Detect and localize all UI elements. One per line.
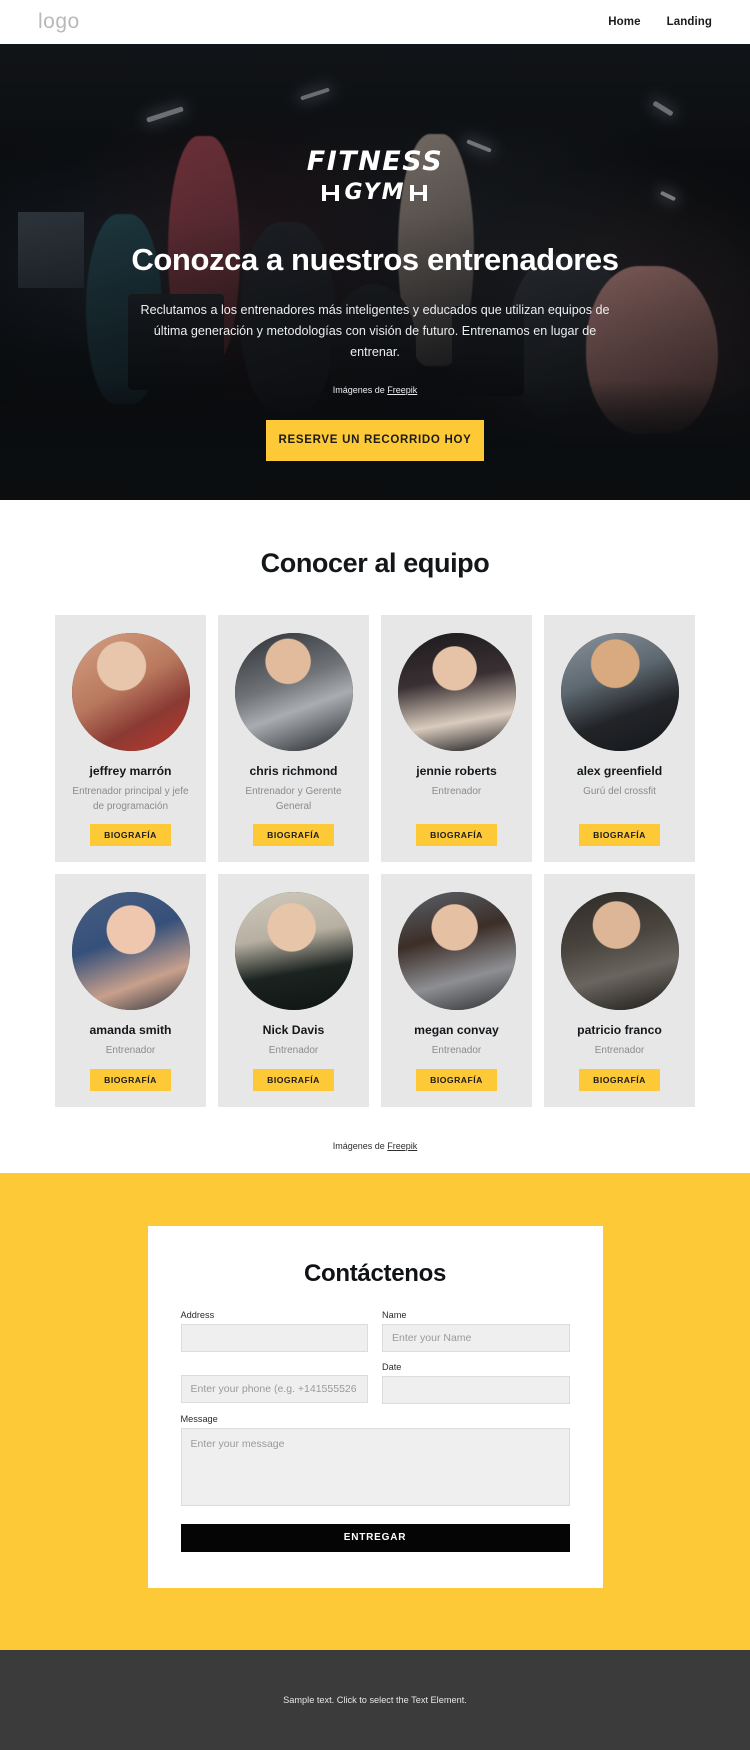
book-tour-button[interactable]: RESERVE UN RECORRIDO HOY <box>266 419 484 461</box>
hero-credit-prefix: Imágenes de <box>332 384 388 395</box>
date-label: Date <box>382 1361 402 1372</box>
member-role: Entrenador <box>431 1045 482 1056</box>
team-card[interactable]: chris richmond Entrenador y Gerente Gene… <box>218 615 369 862</box>
member-name: jennie roberts <box>416 764 497 778</box>
nav-item-landing[interactable]: Landing <box>667 16 712 28</box>
biography-button[interactable]: BIOGRAFÍA <box>253 1068 334 1091</box>
dumbbell-icon-right <box>410 184 428 202</box>
dumbbell-icon-left <box>322 184 340 202</box>
site-footer: Sample text. Click to select the Text El… <box>0 1649 750 1750</box>
hero-section: FITNESS GYM Conozca a nuestros entrenado… <box>0 44 750 500</box>
contact-form: Contáctenos Address Name Date <box>147 1225 603 1588</box>
hero-subtitle: Reclutamos a los entrenadores más inteli… <box>140 303 610 359</box>
member-name: megan convay <box>414 1023 499 1037</box>
main-nav: Home Landing <box>608 16 712 28</box>
member-name: chris richmond <box>249 764 338 778</box>
biography-button[interactable]: BIOGRAFÍA <box>416 1068 497 1091</box>
team-card[interactable]: megan convay Entrenador BIOGRAFÍA <box>381 874 532 1107</box>
member-role: Entrenador <box>105 1045 156 1056</box>
hero-image-credit: Imágenes de Freepik <box>333 385 418 395</box>
date-field-group: Date <box>382 1362 570 1404</box>
footer-text[interactable]: Sample text. Click to select the Text El… <box>283 1695 467 1705</box>
brand-name-top: FITNESS <box>306 146 444 177</box>
biography-button[interactable]: BIOGRAFÍA <box>579 824 660 846</box>
avatar <box>397 633 516 751</box>
member-name: jeffrey marrón <box>89 764 172 778</box>
team-section-title: Conocer al equipo <box>260 548 490 578</box>
biography-button[interactable]: BIOGRAFÍA <box>90 1068 171 1091</box>
avatar <box>560 633 679 751</box>
member-name: alex greenfield <box>576 764 663 778</box>
member-name: Nick Davis <box>262 1023 325 1037</box>
avatar <box>397 892 516 1010</box>
fitness-gym-logo: FITNESS GYM <box>307 148 443 204</box>
biography-button[interactable]: BIOGRAFÍA <box>416 824 497 846</box>
message-input[interactable] <box>180 1427 570 1506</box>
name-label: Name <box>382 1309 407 1320</box>
logo[interactable]: logo <box>38 10 80 34</box>
contact-section: Contáctenos Address Name Date <box>0 1172 750 1650</box>
member-role: Entrenador y Gerente General <box>245 786 342 812</box>
address-input[interactable] <box>180 1323 368 1352</box>
team-card[interactable]: jeffrey marrón Entrenador principal y je… <box>55 615 206 862</box>
submit-button[interactable]: ENTREGAR <box>180 1523 570 1552</box>
date-input[interactable] <box>382 1375 570 1404</box>
avatar <box>560 892 679 1010</box>
phone-input[interactable] <box>180 1374 368 1403</box>
phone-label <box>181 1362 369 1375</box>
team-card[interactable]: patricio franco Entrenador BIOGRAFÍA <box>544 874 695 1107</box>
landing-page: logo Home Landing FITNESS GYM Conozca a … <box>0 0 750 1750</box>
member-role: Entrenador <box>431 786 482 797</box>
team-card[interactable]: amanda smith Entrenador BIOGRAFÍA <box>55 874 206 1107</box>
biography-button[interactable]: BIOGRAFÍA <box>253 824 334 846</box>
team-card[interactable]: alex greenfield Gurú del crossfit BIOGRA… <box>544 615 695 862</box>
hero-credit-link[interactable]: Freepik <box>387 385 417 395</box>
avatar <box>234 892 353 1010</box>
avatar <box>71 633 190 751</box>
team-grid: jeffrey marrón Entrenador principal y je… <box>55 615 695 1107</box>
team-image-credit: Imágenes de Freepik <box>0 1141 750 1151</box>
name-field-group: Name <box>382 1310 570 1352</box>
address-label: Address <box>180 1309 215 1320</box>
name-input[interactable] <box>382 1323 570 1352</box>
team-credit-link[interactable]: Freepik <box>387 1141 417 1151</box>
message-field-group: Message <box>180 1413 570 1506</box>
avatar <box>71 892 190 1010</box>
member-role: Entrenador <box>268 1045 319 1056</box>
team-section: Conocer al equipo jeffrey marrón Entrena… <box>0 500 750 1173</box>
avatar <box>234 633 353 751</box>
message-label: Message <box>180 1413 218 1424</box>
member-name: patricio franco <box>577 1023 662 1037</box>
member-role: Entrenador <box>594 1045 645 1056</box>
hero-title: Conozca a nuestros entrenadores <box>131 242 619 277</box>
member-role: Gurú del crossfit <box>583 786 656 797</box>
team-card[interactable]: Nick Davis Entrenador BIOGRAFÍA <box>218 874 369 1107</box>
member-name: amanda smith <box>89 1023 172 1037</box>
member-role: Entrenador principal y jefe de programac… <box>72 786 189 812</box>
team-card[interactable]: jennie roberts Entrenador BIOGRAFÍA <box>381 615 532 862</box>
contact-form-title: Contáctenos <box>303 1259 447 1287</box>
address-field-group: Address <box>180 1309 368 1352</box>
brand-name-bottom: GYM <box>344 180 406 205</box>
site-header: logo Home Landing <box>0 0 750 44</box>
nav-item-home[interactable]: Home <box>608 16 640 28</box>
biography-button[interactable]: BIOGRAFÍA <box>579 1068 660 1091</box>
phone-field-group <box>180 1362 369 1404</box>
biography-button[interactable]: BIOGRAFÍA <box>90 824 171 846</box>
team-credit-prefix: Imágenes de <box>332 1140 388 1151</box>
